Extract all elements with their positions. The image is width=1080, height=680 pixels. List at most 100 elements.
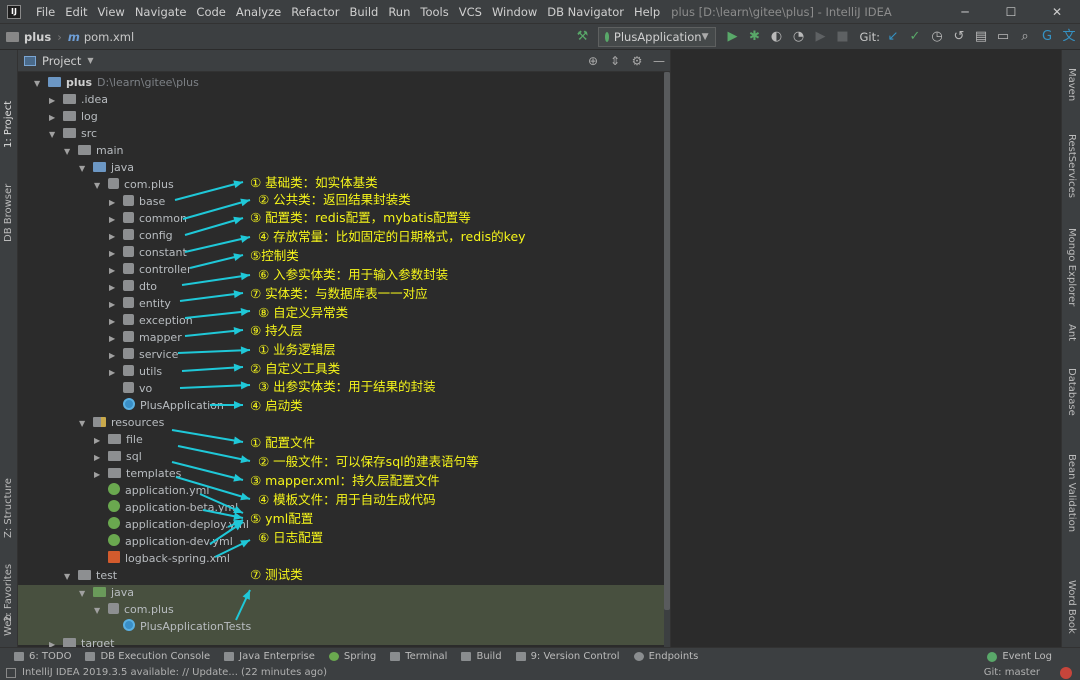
tree-node[interactable]: PlusApplication [109, 397, 224, 414]
expand-arrow-closed-icon[interactable]: ▶ [109, 296, 119, 313]
menu-db-navigator[interactable]: DB Navigator [542, 0, 629, 24]
expand-arrow-open-icon[interactable]: ▼ [49, 126, 59, 143]
menu-vcs[interactable]: VCS [454, 0, 487, 24]
stop-icon[interactable]: ■ [833, 27, 853, 47]
search-everywhere-icon[interactable]: ⌕ [1015, 27, 1035, 47]
tree-node[interactable]: ▶ entity [109, 295, 171, 312]
expand-arrow-closed-icon[interactable]: ▶ [49, 636, 59, 647]
close-button[interactable]: ✕ [1034, 0, 1080, 24]
tab-bean-validation[interactable]: Bean Validation [1066, 454, 1077, 532]
menu-run[interactable]: Run [383, 0, 415, 24]
debug-icon[interactable]: ✱ [745, 27, 765, 47]
tool-db-execution-console[interactable]: DB Execution Console [85, 651, 210, 662]
tree-node[interactable]: ▼ resources [79, 414, 164, 431]
tool-spring[interactable]: Spring [328, 651, 376, 662]
tree-node[interactable]: ▼ plus D:\learn\gitee\plus [34, 74, 199, 91]
maximize-button[interactable]: ☐ [988, 0, 1034, 24]
tree-node[interactable]: application-beta.yml [94, 499, 238, 516]
git-commit-icon[interactable]: ✓ [905, 27, 925, 47]
expand-arrow-closed-icon[interactable]: ▶ [109, 364, 119, 381]
tree-node[interactable]: ▶ utils [109, 363, 162, 380]
translate-icon[interactable]: G [1037, 27, 1057, 47]
expand-arrow-closed-icon[interactable]: ▶ [109, 211, 119, 228]
tab-structure[interactable]: Z: Structure [3, 478, 14, 538]
expand-arrow-closed-icon[interactable]: ▶ [109, 347, 119, 364]
expand-arrow-closed-icon[interactable]: ▶ [109, 313, 119, 330]
menu-tools[interactable]: Tools [415, 0, 453, 24]
tab-word-book[interactable]: Word Book [1066, 580, 1077, 634]
menu-file[interactable]: File [31, 0, 60, 24]
menu-code[interactable]: Code [191, 0, 230, 24]
tree-node[interactable]: ▼ java [79, 584, 134, 601]
locate-file-icon[interactable]: ⊕ [582, 54, 604, 68]
project-panel-title[interactable]: Project [42, 54, 81, 68]
tree-node[interactable]: ▶ controller [109, 261, 191, 278]
expand-arrow-closed-icon[interactable]: ▶ [49, 109, 59, 126]
git-branch-widget[interactable]: Git: master [984, 667, 1040, 678]
tree-node[interactable]: ▶ config [109, 227, 173, 244]
tool-windows-toggle-icon[interactable] [6, 667, 16, 678]
tree-node[interactable]: ▶ target [49, 635, 114, 647]
tree-node[interactable]: ▶ templates [94, 465, 181, 482]
minimize-button[interactable]: ─ [942, 0, 988, 24]
run-icon[interactable]: ▶ [723, 27, 743, 47]
expand-arrow-open-icon[interactable]: ▼ [79, 415, 89, 432]
tree-node[interactable]: ▶ service [109, 346, 178, 363]
tree-node[interactable]: ▶ sql [94, 448, 142, 465]
expand-arrow-closed-icon[interactable]: ▶ [109, 330, 119, 347]
expand-arrow-open-icon[interactable]: ▼ [64, 568, 74, 585]
tree-node[interactable]: ▶ mapper [109, 329, 182, 346]
tree-node[interactable]: ▶ .idea [49, 91, 108, 108]
tab-database[interactable]: Database [1066, 368, 1077, 416]
gear-icon[interactable]: ⚙ [626, 54, 648, 68]
expand-arrow-closed-icon[interactable]: ▶ [94, 432, 104, 449]
tool-version-control[interactable]: 9: Version Control [515, 651, 620, 662]
expand-arrow-open-icon[interactable]: ▼ [94, 602, 104, 619]
tree-node[interactable]: PlusApplicationTests [109, 618, 251, 635]
tab-maven[interactable]: Maven [1066, 68, 1077, 101]
tree-node[interactable]: ▶ common [109, 210, 187, 227]
tab-db-browser[interactable]: DB Browser [3, 184, 14, 242]
tab-rest-services[interactable]: RestServices [1066, 134, 1077, 198]
tree-node[interactable]: ▼ com.plus [94, 601, 174, 618]
tree-node[interactable]: logback-spring.xml [94, 550, 230, 567]
tree-node[interactable]: ▼ com.plus [94, 176, 174, 193]
menu-edit[interactable]: Edit [60, 0, 92, 24]
expand-arrow-open-icon[interactable]: ▼ [79, 160, 89, 177]
profile-icon[interactable]: ◔ [789, 27, 809, 47]
tab-ant[interactable]: Ant [1066, 324, 1077, 341]
tool-endpoints[interactable]: Endpoints [633, 651, 698, 662]
expand-arrow-closed-icon[interactable]: ▶ [109, 279, 119, 296]
tree-node[interactable]: ▶ exception [109, 312, 193, 329]
chevron-down-icon[interactable]: ▼ [87, 56, 93, 65]
tool-build[interactable]: Build [461, 651, 502, 662]
tree-node[interactable]: ▶ log [49, 108, 98, 125]
expand-arrow-open-icon[interactable]: ▼ [94, 177, 104, 194]
tree-node[interactable]: ▼ main [64, 142, 123, 159]
menu-window[interactable]: Window [487, 0, 542, 24]
tree-node[interactable]: ▶ file [94, 431, 143, 448]
expand-arrow-closed-icon[interactable]: ▶ [109, 262, 119, 279]
git-rollback-icon[interactable]: ↺ [949, 27, 969, 47]
expand-arrow-closed-icon[interactable]: ▶ [109, 245, 119, 262]
tree-node[interactable]: vo [109, 380, 152, 397]
breadcrumb-file[interactable]: pom.xml [84, 30, 134, 44]
menu-navigate[interactable]: Navigate [130, 0, 192, 24]
project-structure-icon[interactable]: ▤ [971, 27, 991, 47]
tool-todo[interactable]: 6: TODO [14, 651, 71, 662]
tree-node[interactable]: ▼ src [49, 125, 97, 142]
presentation-icon[interactable]: ▭ [993, 27, 1013, 47]
tree-node[interactable]: ▶ dto [109, 278, 157, 295]
status-message[interactable]: IntelliJ IDEA 2019.3.5 available: // Upd… [22, 667, 327, 678]
expand-arrow-closed-icon[interactable]: ▶ [94, 466, 104, 483]
tree-node[interactable]: ▼ java [79, 159, 134, 176]
expand-arrow-closed-icon[interactable]: ▶ [109, 228, 119, 245]
expand-arrow-closed-icon[interactable]: ▶ [94, 449, 104, 466]
git-update-icon[interactable]: ↙ [883, 27, 903, 47]
menu-view[interactable]: View [93, 0, 130, 24]
tree-node[interactable]: application-dev.yml [94, 533, 233, 550]
resume-icon[interactable]: ▶ [811, 27, 831, 47]
run-configuration-select[interactable]: PlusApplication ▼ [597, 27, 716, 47]
translate-alt-icon[interactable]: 文 [1059, 27, 1079, 47]
tool-terminal[interactable]: Terminal [390, 651, 447, 662]
